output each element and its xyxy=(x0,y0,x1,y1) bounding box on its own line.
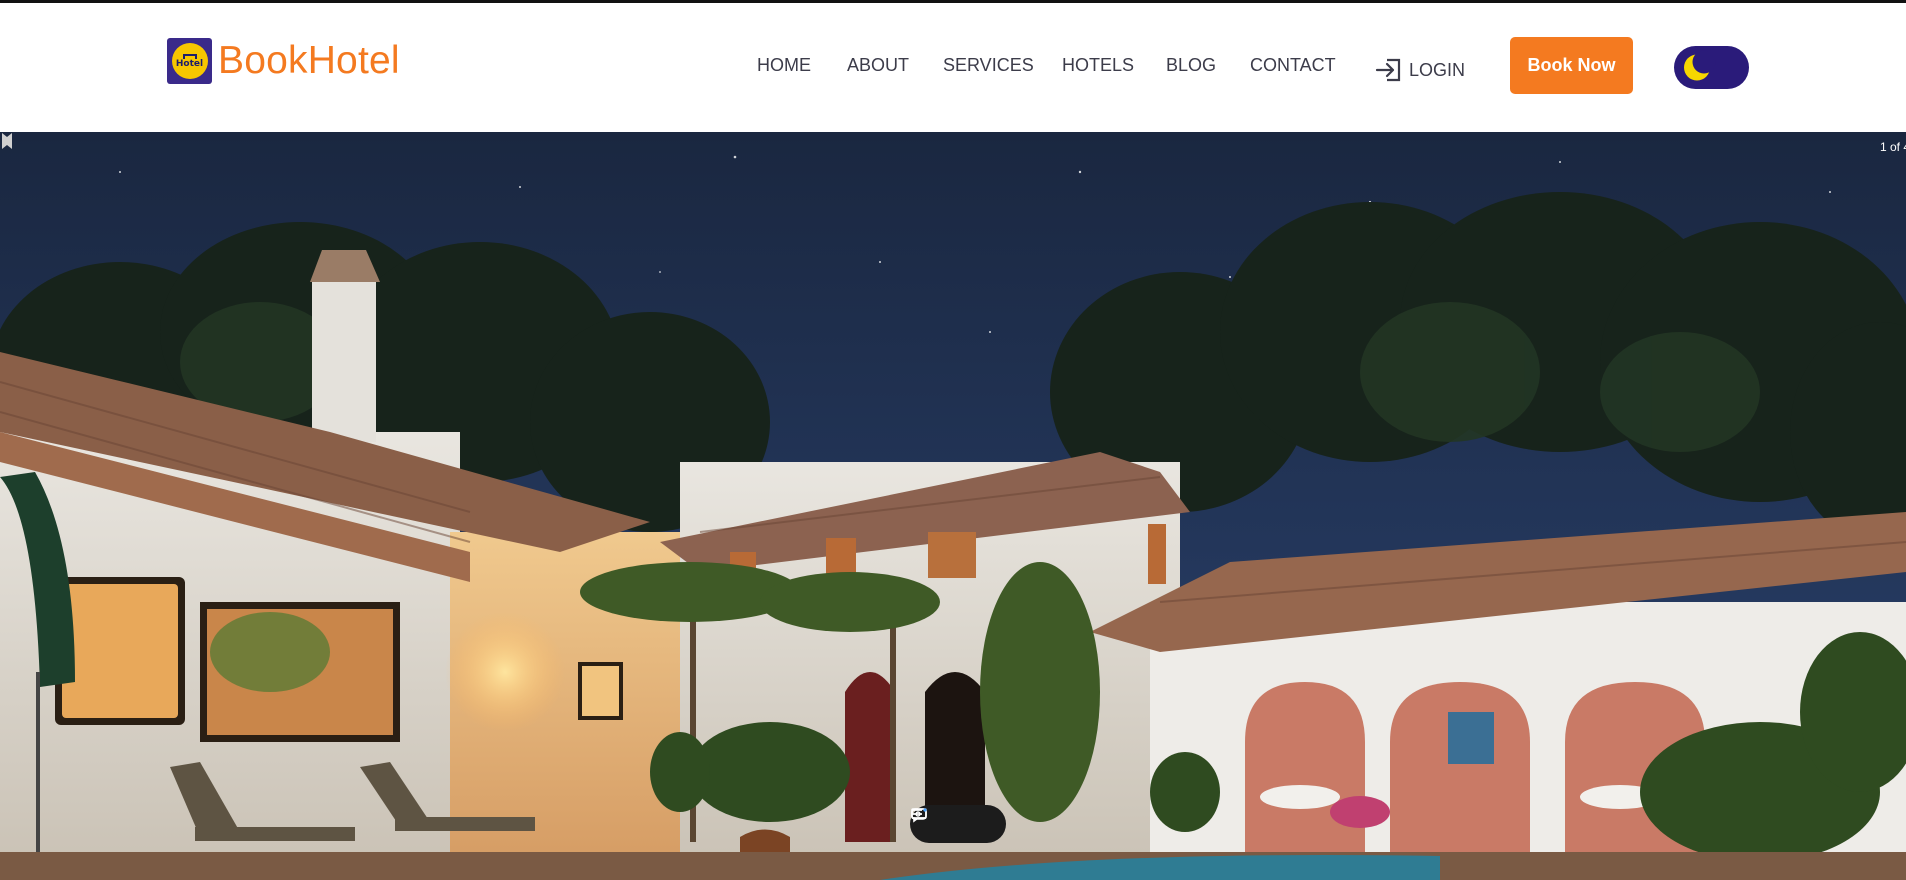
slide-indicator: 1 of 4 xyxy=(1880,140,1906,154)
moon-icon xyxy=(1684,50,1716,81)
playlist-icon[interactable] xyxy=(912,808,993,834)
hero-slider: 1 of 4 xyxy=(0,132,1906,880)
caption-icon[interactable] xyxy=(911,808,968,834)
nav-about[interactable]: ABOUT xyxy=(847,55,909,76)
nav-contact[interactable]: CONTACT xyxy=(1250,55,1336,76)
theme-toggle[interactable] xyxy=(1674,46,1749,89)
logo-badge: Hotel xyxy=(171,43,208,79)
media-controls xyxy=(910,805,1006,843)
nav-blog[interactable]: BLOG xyxy=(1166,55,1216,76)
site-header: Hotel BookHotel HOME ABOUT SERVICES HOTE… xyxy=(0,3,1906,132)
login-link[interactable]: LOGIN xyxy=(1374,55,1465,85)
logo-roof-icon xyxy=(182,53,197,59)
book-now-button[interactable]: Book Now xyxy=(1510,37,1633,94)
brand-name: BookHotel xyxy=(218,39,400,82)
hero-image xyxy=(0,132,1906,880)
brand[interactable]: Hotel BookHotel xyxy=(167,37,400,85)
hotel-logo-icon: Hotel xyxy=(167,38,212,84)
nav-services[interactable]: SERVICES xyxy=(943,55,1034,76)
next-slide-arrow-icon[interactable] xyxy=(0,132,12,150)
logo-text: Hotel xyxy=(175,58,204,69)
nav-hotels[interactable]: HOTELS xyxy=(1062,55,1134,76)
nav-home[interactable]: HOME xyxy=(757,55,811,76)
login-label: LOGIN xyxy=(1409,59,1466,80)
login-icon xyxy=(1375,58,1401,82)
